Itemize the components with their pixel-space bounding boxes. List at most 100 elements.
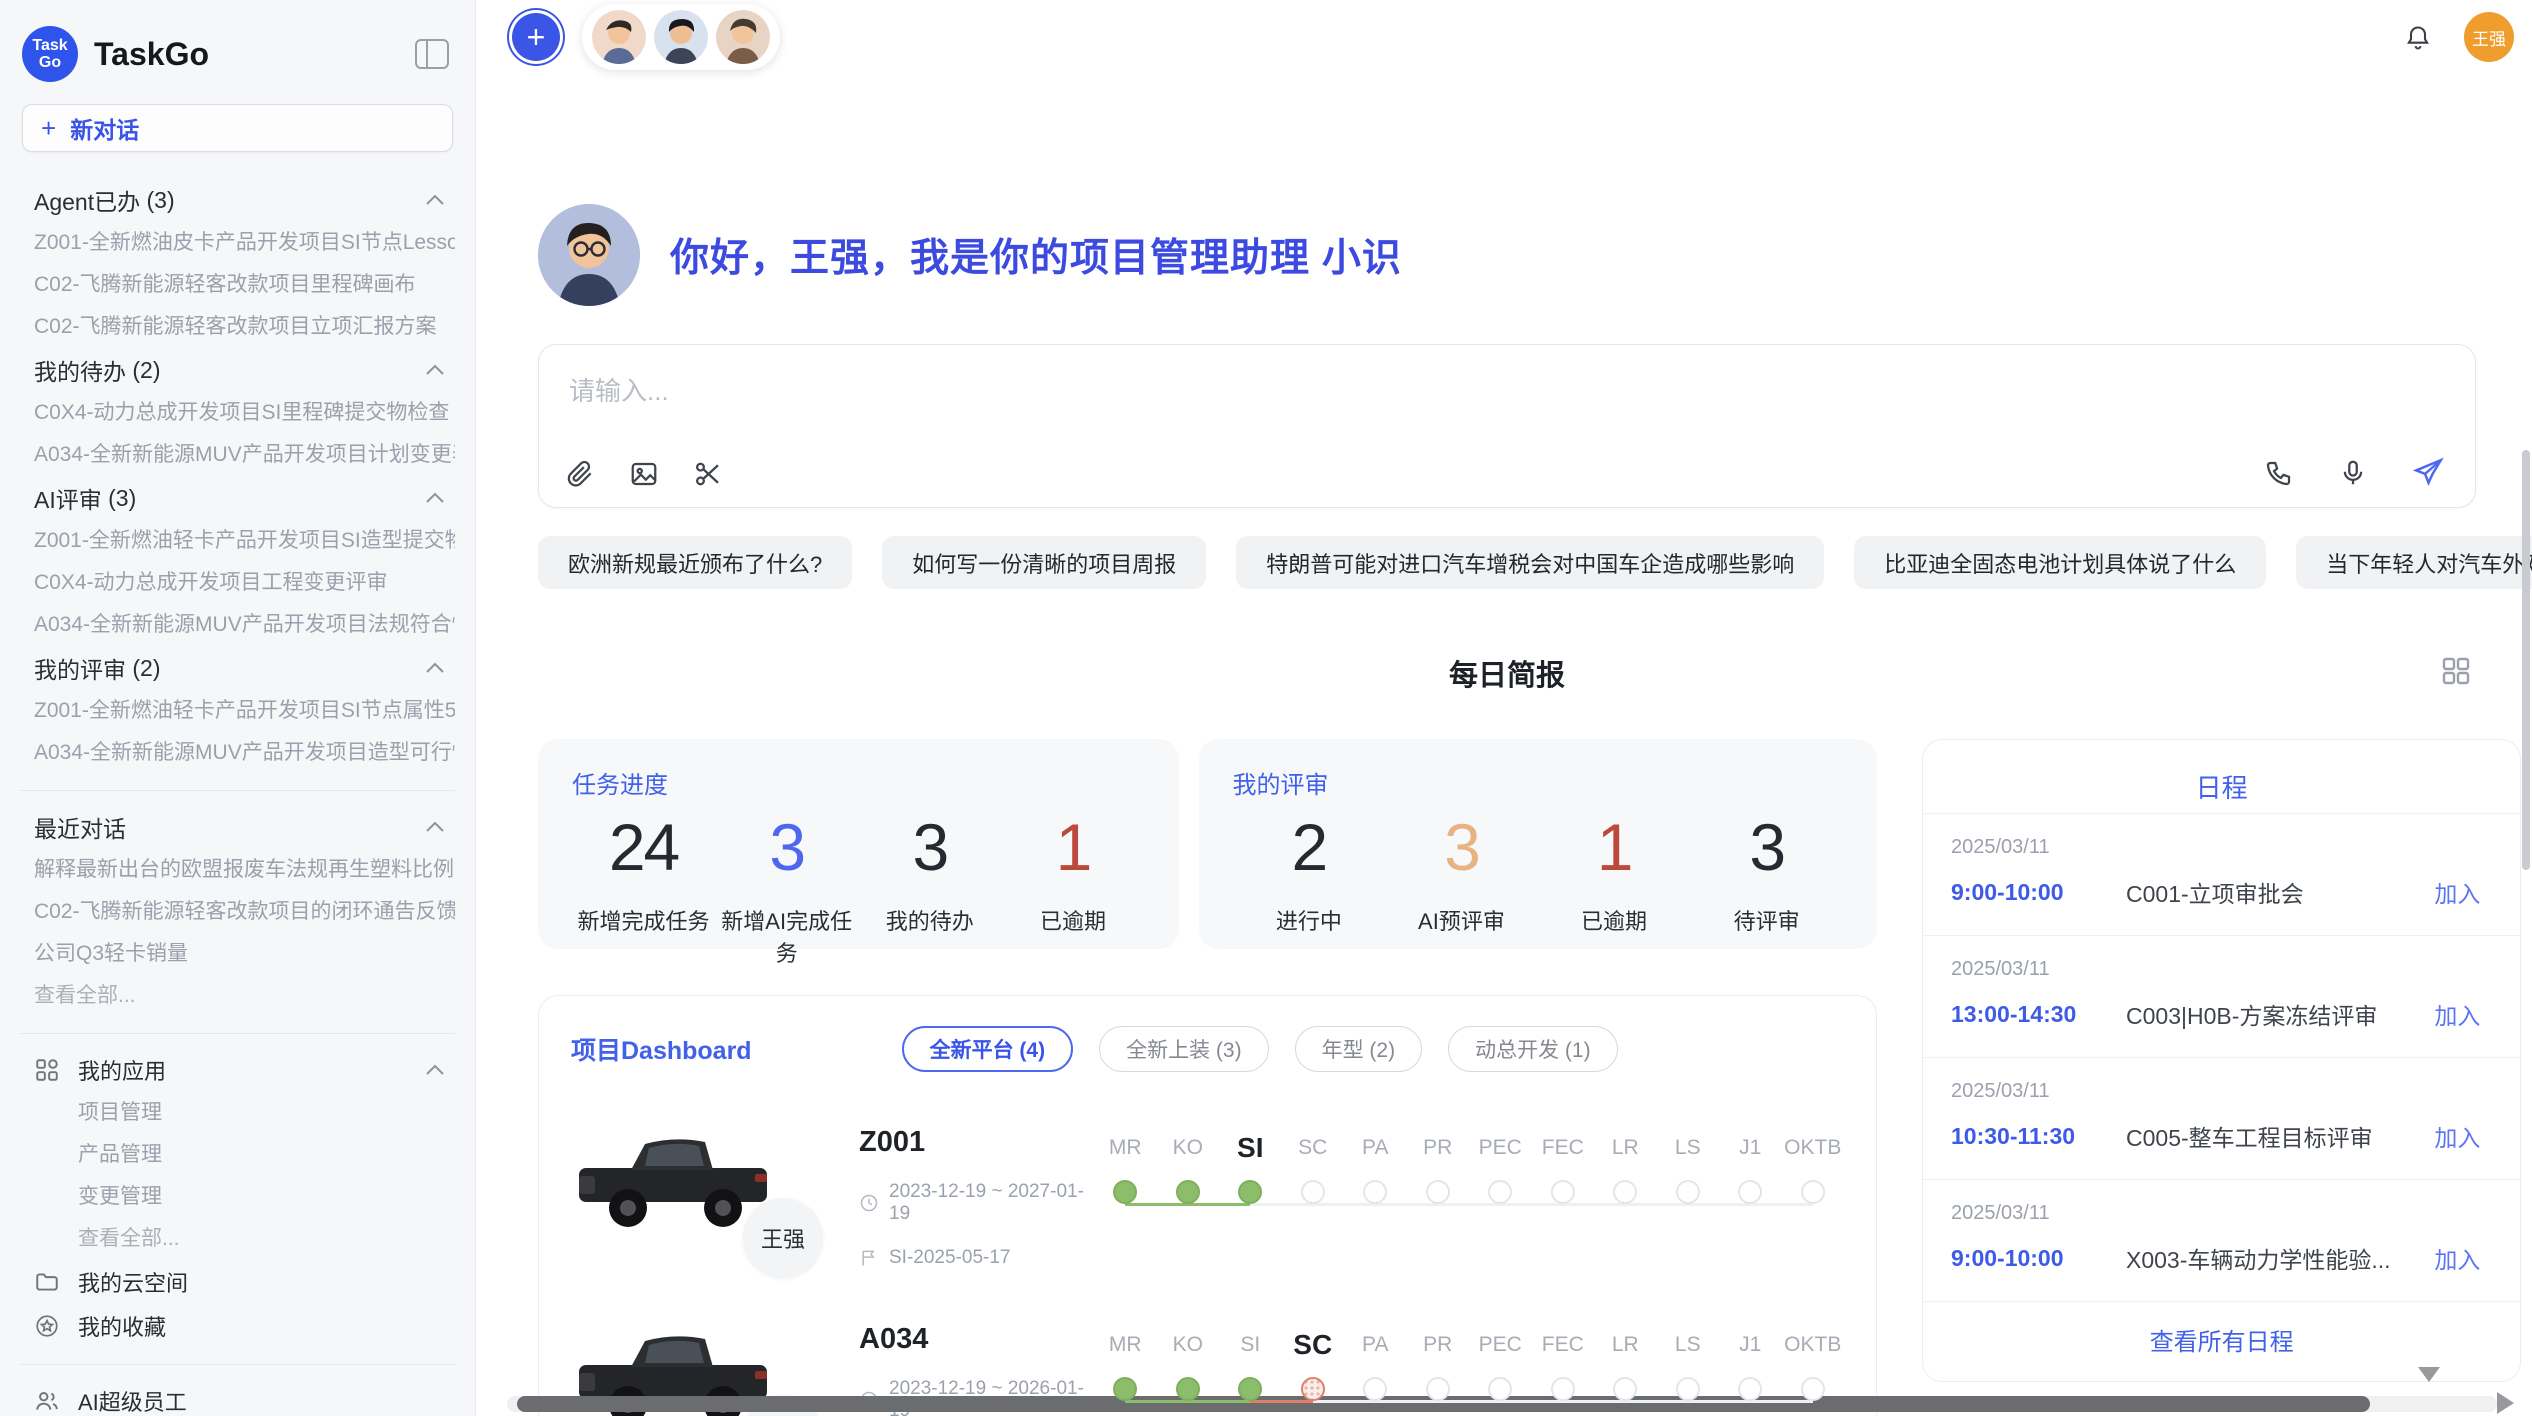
scroll-right-arrow[interactable] <box>2497 1392 2514 1414</box>
sidebar-item-favorites[interactable]: 我的收藏 <box>34 1304 455 1348</box>
sidebar-item-my-apps[interactable]: 我的应用 <box>34 1048 455 1092</box>
sidebar-item[interactable]: Z001-全新燃油轻卡产品开发项目SI造型提交物评审 <box>34 520 455 562</box>
milestone-dot <box>1176 1180 1200 1204</box>
join-link[interactable]: 加入 <box>2434 875 2480 909</box>
milestone-dot <box>1238 1377 1262 1401</box>
schedule-date: 2025/03/11 <box>1951 836 2480 859</box>
new-session-button[interactable]: + <box>512 13 560 61</box>
sidebar-item[interactable]: C0X4-动力总成开发项目工程变更评审 <box>34 562 455 604</box>
project-dates: 2023-12-19 ~ 2027-01-19 <box>859 1181 1094 1225</box>
notification-bell-icon[interactable] <box>2404 24 2432 52</box>
send-icon[interactable] <box>2412 456 2445 489</box>
join-link[interactable]: 加入 <box>2434 1119 2480 1153</box>
sidebar-item[interactable]: Z001-全新燃油轻卡产品开发项目SI节点属性5D文件评审 <box>34 690 455 732</box>
chevron-up-icon[interactable] <box>425 194 445 206</box>
chevron-up-icon[interactable] <box>425 364 445 376</box>
task-progress-title: 任务进度 <box>572 765 1145 800</box>
chevron-up-icon[interactable] <box>425 662 445 674</box>
agent-avatar[interactable] <box>592 10 646 64</box>
app-item-project-mgmt[interactable]: 项目管理 <box>34 1092 455 1134</box>
filter-chip[interactable]: 动总开发 (1) <box>1448 1026 1618 1072</box>
app-item-change-mgmt[interactable]: 变更管理 <box>34 1176 455 1218</box>
vertical-scrollbar[interactable] <box>2522 450 2530 870</box>
milestone: J1 <box>1719 1130 1782 1204</box>
milestone-label: LS <box>1675 1327 1701 1363</box>
section-title: 最近对话 <box>34 810 126 844</box>
chevron-up-icon[interactable] <box>425 1064 445 1076</box>
main-area: + 王强 你好，王强，我是你的项目管理助理 小识 <box>476 0 2532 1416</box>
daily-brief-header: 每日简报 <box>538 649 2476 697</box>
chat-input[interactable] <box>539 345 2475 425</box>
new-chat-button[interactable]: + 新对话 <box>22 104 453 152</box>
user-avatar[interactable]: 王强 <box>2464 12 2514 62</box>
chevron-up-icon[interactable] <box>425 492 445 504</box>
suggestion-chip[interactable]: 比亚迪全固态电池计划具体说了什么 <box>1854 536 2266 589</box>
phone-icon[interactable] <box>2264 458 2294 488</box>
sidebar-item[interactable]: C0X4-动力总成开发项目SI里程碑提交物检查 <box>34 392 455 434</box>
schedule-line: 13:00-14:30 C003|H0B-方案冻结评审 加入 <box>1951 997 2480 1031</box>
stat-label: 我的待办 <box>858 904 1001 936</box>
schedule-item: 2025/03/11 10:30-11:30 C005-整车工程目标评审 加入 <box>1923 1057 2520 1179</box>
mic-icon[interactable] <box>2338 458 2368 488</box>
sidebar-item-cloud-space[interactable]: 我的云空间 <box>34 1260 455 1304</box>
suggestion-chip[interactable]: 当下年轻人对汽车外观有怎样的喜好趋势 <box>2296 536 2532 589</box>
milestone-label: OKTB <box>1784 1130 1841 1166</box>
sidebar-item[interactable]: C02-飞腾新能源轻客改款项目里程碑画布 <box>34 264 455 306</box>
join-link[interactable]: 加入 <box>2434 997 2480 1031</box>
milestone-label-current: SI <box>1237 1130 1263 1166</box>
agent-avatar[interactable] <box>654 10 708 64</box>
milestone: FEC <box>1532 1327 1595 1401</box>
apps-view-all[interactable]: 查看全部... <box>34 1218 455 1260</box>
section-recent-chats: 最近对话 <box>34 805 455 849</box>
suggestion-chip[interactable]: 欧洲新规最近颁布了什么? <box>538 536 852 589</box>
sidebar-item[interactable]: A034-全新新能源MUV产品开发项目法规符合性评审 <box>34 604 455 646</box>
layout-grid-icon[interactable] <box>2440 655 2472 687</box>
sidebar-item-ai-staff[interactable]: AI超级员工 <box>34 1379 455 1416</box>
milestone-dot <box>1738 1180 1762 1204</box>
filter-chip[interactable]: 全新平台 (4) <box>902 1026 1074 1072</box>
suggestion-chip[interactable]: 如何写一份清晰的项目周报 <box>882 536 1206 589</box>
milestone-label: KO <box>1173 1130 1203 1166</box>
milestone: PEC <box>1469 1130 1532 1204</box>
stat-label: 新增完成任务 <box>572 904 715 936</box>
suggestion-chip[interactable]: 特朗普可能对进口汽车增税会对中国车企造成哪些影响 <box>1236 536 1824 589</box>
sidebar-collapse-icon[interactable] <box>415 39 449 69</box>
attach-icon[interactable] <box>565 459 595 489</box>
recent-chat-item[interactable]: C02-飞腾新能源轻客改款项目的闭环通告反馈情况 <box>34 891 455 933</box>
sidebar-item[interactable]: Z001-全新燃油皮卡产品开发项目SI节点Lesson Learn报告 <box>34 222 455 264</box>
stat-label: 待评审 <box>1690 904 1843 936</box>
image-icon[interactable] <box>629 459 659 489</box>
filter-chip[interactable]: 年型 (2) <box>1295 1026 1423 1072</box>
divider <box>20 1033 455 1034</box>
milestone: KO <box>1157 1130 1220 1204</box>
stat-cell: 2进行中 <box>1233 808 1386 936</box>
recent-chat-item[interactable]: 解释最新出台的欧盟报废车法规再生塑料比例被调至15%... <box>34 849 455 891</box>
project-row[interactable]: 王强 Z001 2023-12-19 ~ 2027-01-19 <box>571 1126 1844 1269</box>
stat-value: 1 <box>1538 808 1691 886</box>
main-content: 你好，王强，我是你的项目管理助理 小识 欧洲新规最近颁布了什么? 如何写一份清晰… <box>476 204 2532 1416</box>
milestone-label: J1 <box>1739 1130 1761 1166</box>
milestone-dot <box>1676 1377 1700 1401</box>
milestone: PA <box>1344 1327 1407 1401</box>
milestone-dot <box>1801 1180 1825 1204</box>
milestone-label: J1 <box>1739 1327 1761 1363</box>
sidebar-item[interactable]: A034-全新新能源MUV产品开发项目计划变更表编写 <box>34 434 455 476</box>
agent-avatar[interactable] <box>716 10 770 64</box>
greeting-text: 你好，王强，我是你的项目管理助理 小识 <box>670 227 1402 283</box>
project-flag: SI-2025-05-17 <box>859 1247 1094 1269</box>
join-link[interactable]: 加入 <box>2434 1241 2480 1275</box>
milestone: PR <box>1407 1130 1470 1204</box>
scissors-icon[interactable] <box>693 459 723 489</box>
filter-chip[interactable]: 全新上装 (3) <box>1099 1026 1269 1072</box>
view-all-schedule-link[interactable]: 查看所有日程 <box>1923 1301 2520 1371</box>
sidebar-item[interactable]: A034-全新新能源MUV产品开发项目造型可行性评审 <box>34 732 455 774</box>
recent-view-all[interactable]: 查看全部... <box>34 975 455 1017</box>
milestone-label: FEC <box>1542 1327 1584 1363</box>
recent-chat-item[interactable]: 公司Q3轻卡销量 <box>34 933 455 975</box>
sidebar-item[interactable]: C02-飞腾新能源轻客改款项目立项汇报方案 <box>34 306 455 348</box>
milestone-label: PA <box>1362 1130 1388 1166</box>
milestone-label: PR <box>1423 1327 1452 1363</box>
app-item-product-mgmt[interactable]: 产品管理 <box>34 1134 455 1176</box>
scroll-down-arrow[interactable] <box>2418 1367 2440 1382</box>
chevron-up-icon[interactable] <box>425 821 445 833</box>
